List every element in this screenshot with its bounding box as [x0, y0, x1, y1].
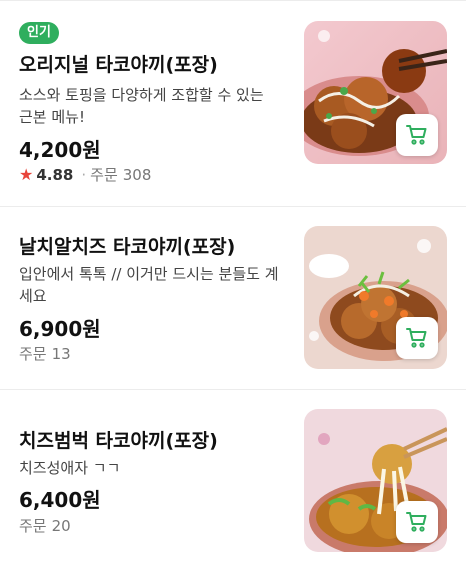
menu-item-meta: ★ 4.88 · 주문 308: [19, 164, 151, 185]
orders-count: 13: [51, 344, 71, 363]
menu-item-meta: 주문 13: [19, 343, 71, 364]
rating-value: 4.88: [36, 165, 74, 184]
orders-label: 주문: [19, 345, 47, 363]
cart-icon: [406, 328, 427, 348]
cart-icon: [406, 512, 427, 532]
menu-item-description: 치즈성애자 ㄱㄱ: [19, 459, 121, 477]
separator-dot: ·: [81, 165, 87, 184]
orders-label: 주문: [19, 517, 47, 535]
star-icon: ★: [19, 165, 34, 184]
menu-item-flying-fish-roe-cheese[interactable]: 날치알치즈 타코야끼(포장) 입안에서 톡톡 // 이거만 드시는 분들도 계세…: [0, 207, 466, 389]
cart-icon: [406, 125, 427, 145]
orders-label: 주문: [90, 166, 118, 184]
menu-item-meta: 주문 20: [19, 515, 71, 536]
orders-count: 20: [51, 516, 71, 535]
orders-count: 308: [122, 165, 152, 184]
add-to-cart-button[interactable]: [396, 114, 438, 156]
menu-item-name: 오리지널 타코야끼(포장): [19, 54, 218, 76]
menu-item-description: 소스와 토핑을 다양하게 조합할 수 있는 근본 메뉴!: [19, 86, 264, 126]
menu-item-cheese-overload[interactable]: 치즈범벅 타코야끼(포장) 치즈성애자 ㄱㄱ 6,400원 주문 20: [0, 390, 466, 571]
add-to-cart-button[interactable]: [396, 501, 438, 543]
menu-item-price: 6,400원: [19, 488, 101, 512]
menu-item-name: 치즈범벅 타코야끼(포장): [19, 430, 218, 452]
popular-badge: 인기: [19, 22, 59, 44]
menu-item-description: 입안에서 톡톡 // 이거만 드시는 분들도 계세요: [19, 265, 279, 305]
menu-item-name: 날치알치즈 타코야끼(포장): [19, 236, 236, 258]
menu-item-price: 6,900원: [19, 317, 101, 341]
menu-item-price: 4,200원: [19, 138, 101, 162]
add-to-cart-button[interactable]: [396, 317, 438, 359]
menu-item-original[interactable]: 인기 오리지널 타코야끼(포장) 소스와 토핑을 다양하게 조합할 수 있는 근…: [0, 0, 466, 205]
